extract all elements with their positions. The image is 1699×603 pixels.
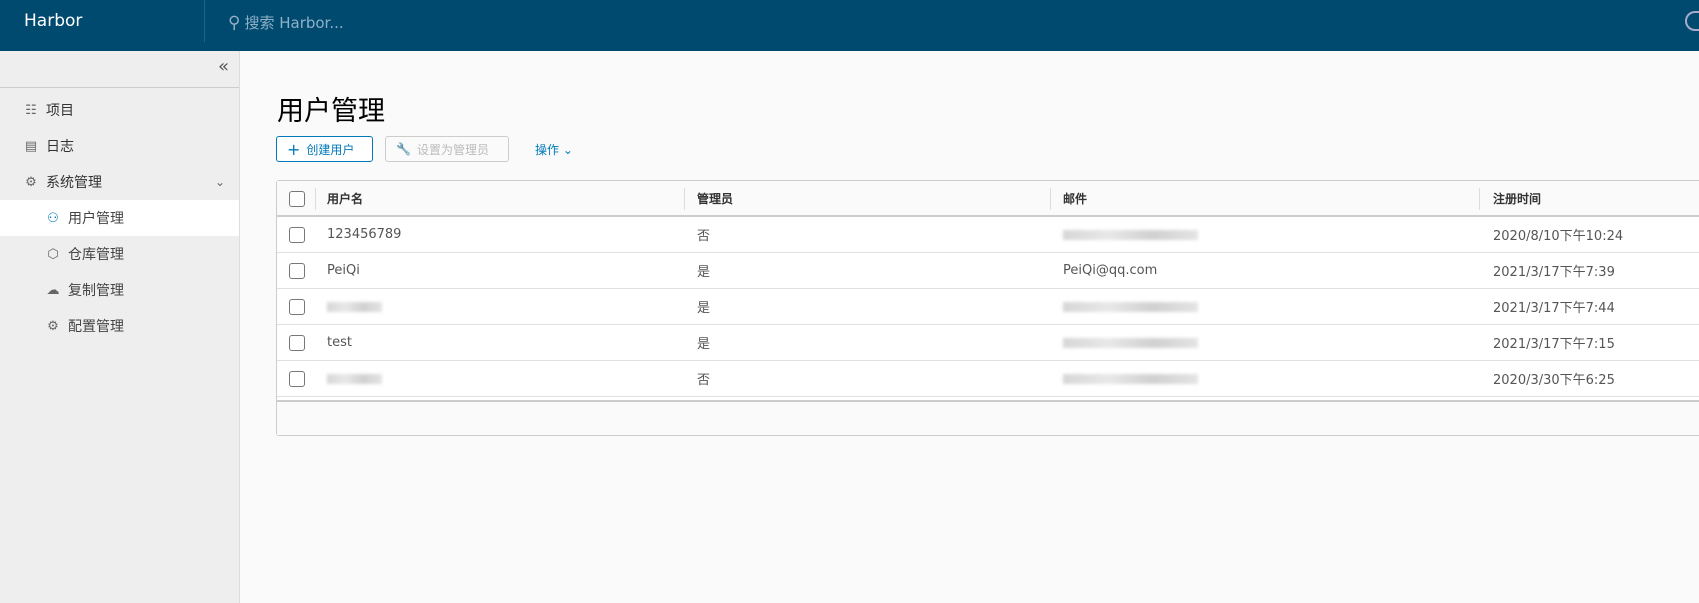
admin-cell: 是 bbox=[697, 265, 711, 280]
global-search[interactable]: ⚲ 搜索 Harbor... bbox=[228, 12, 344, 33]
sidebar-item-configuration[interactable]: ⚙ 配置管理 bbox=[0, 308, 239, 344]
projects-icon: ☷ bbox=[25, 102, 37, 118]
admin-cell: 是 bbox=[697, 337, 711, 352]
email-cell bbox=[1063, 217, 1198, 252]
username-cell bbox=[327, 289, 382, 324]
actions-dropdown[interactable]: 操作 ⌄ bbox=[535, 141, 573, 158]
admin-icon: ⚙ bbox=[25, 174, 37, 190]
double-chevron-left-icon: « bbox=[217, 56, 229, 77]
collapse-sidebar-button[interactable]: « bbox=[0, 51, 239, 88]
table-footer bbox=[277, 400, 1699, 435]
registered-cell: 2021/3/17下午7:39 bbox=[1493, 265, 1615, 280]
sidebar-item-label: 复制管理 bbox=[68, 283, 124, 299]
gear-icon: ⚙ bbox=[47, 318, 59, 334]
row-checkbox[interactable] bbox=[289, 227, 305, 243]
logs-icon: ▤ bbox=[24, 138, 38, 154]
column-divider bbox=[1050, 188, 1051, 210]
username-cell bbox=[327, 361, 382, 396]
table-row[interactable]: 否 2020/3/30下午6:25 bbox=[277, 361, 1699, 397]
email-cell bbox=[1063, 361, 1198, 396]
admin-cell: 否 bbox=[697, 373, 711, 388]
actions-label: 操作 bbox=[535, 143, 560, 157]
sidebar-item-label: 仓库管理 bbox=[68, 247, 124, 263]
admin-cell: 否 bbox=[697, 229, 711, 244]
search-input[interactable]: 搜索 Harbor... bbox=[244, 12, 343, 33]
sidebar-item-label: 用户管理 bbox=[68, 211, 124, 227]
sidebar-item-projects[interactable]: ☷ 项目 bbox=[0, 92, 239, 128]
table-header: 用户名 管理员 邮件 注册时间 bbox=[277, 181, 1699, 217]
chevron-down-icon: ⌄ bbox=[562, 143, 573, 157]
header-divider bbox=[204, 0, 205, 42]
registered-cell: 2020/8/10下午10:24 bbox=[1493, 229, 1624, 244]
sidebar-item-admin[interactable]: ⚙ 系统管理 ⌄ bbox=[0, 164, 239, 200]
column-divider bbox=[315, 188, 316, 210]
column-registered[interactable]: 注册时间 bbox=[1493, 181, 1541, 215]
redacted-text bbox=[327, 373, 382, 384]
sidebar-item-label: 日志 bbox=[46, 139, 74, 155]
table-row[interactable]: test 是 2021/3/17下午7:15 bbox=[277, 325, 1699, 361]
redacted-text bbox=[1063, 337, 1198, 348]
email-cell: PeiQi@qq.com bbox=[1063, 263, 1158, 278]
registered-cell: 2020/3/30下午6:25 bbox=[1493, 373, 1615, 388]
username-cell: 123456789 bbox=[327, 227, 402, 242]
select-all-checkbox[interactable] bbox=[289, 191, 305, 207]
registry-icon: ⬡ bbox=[47, 246, 59, 262]
table-row[interactable]: 是 2021/3/17下午7:44 bbox=[277, 289, 1699, 325]
search-icon: ⚲ bbox=[228, 12, 241, 33]
wrench-icon: 🔧 bbox=[396, 142, 411, 156]
chevron-down-icon: ⌄ bbox=[214, 175, 225, 189]
plus-icon: + bbox=[287, 139, 301, 159]
column-admin[interactable]: 管理员 bbox=[697, 181, 733, 215]
redacted-text bbox=[327, 301, 382, 312]
column-email[interactable]: 邮件 bbox=[1063, 181, 1087, 215]
sidebar-item-label: 系统管理 bbox=[46, 175, 102, 191]
sidebar-item-label: 项目 bbox=[46, 103, 74, 119]
main-content: 用户管理 + 创建用户 🔧 设置为管理员 操作 ⌄ 用户名 管理员 邮件 注册时间 … bbox=[240, 51, 1699, 603]
email-cell bbox=[1063, 289, 1198, 324]
row-checkbox[interactable] bbox=[289, 263, 305, 279]
users-table: 用户名 管理员 邮件 注册时间 123456789 否 2020/8/10下午10:… bbox=[276, 180, 1699, 436]
admin-cell: 是 bbox=[697, 301, 711, 316]
username-cell: test bbox=[327, 335, 352, 350]
column-username[interactable]: 用户名 bbox=[327, 181, 363, 215]
users-icon: ⚇ bbox=[47, 210, 59, 226]
sidebar-item-label: 配置管理 bbox=[68, 319, 124, 335]
row-checkbox[interactable] bbox=[289, 371, 305, 387]
redacted-text bbox=[1063, 301, 1198, 312]
button-label: 设置为管理员 bbox=[416, 142, 489, 157]
sidebar-item-logs[interactable]: ▤ 日志 bbox=[0, 128, 239, 164]
sidebar-item-registries[interactable]: ⬡ 仓库管理 bbox=[0, 236, 239, 272]
replication-icon: ☁ bbox=[46, 282, 60, 298]
sidebar-item-users[interactable]: ⚇ 用户管理 bbox=[0, 200, 239, 236]
sidebar: « ☷ 项目 ▤ 日志 ⚙ 系统管理 ⌄ ⚇ 用户管理 ⬡ 仓库管理 ☁ 复制管理 ⚙ 配置管理 bbox=[0, 51, 240, 603]
username-cell: PeiQi bbox=[327, 263, 360, 278]
create-user-button[interactable]: + 创建用户 bbox=[276, 136, 373, 162]
sidebar-item-replication[interactable]: ☁ 复制管理 bbox=[0, 272, 239, 308]
brand-logo[interactable]: Harbor bbox=[24, 11, 82, 31]
email-cell bbox=[1063, 325, 1198, 360]
top-header: Harbor ⚲ 搜索 Harbor... bbox=[0, 0, 1699, 51]
page-title: 用户管理 bbox=[277, 96, 385, 127]
column-divider bbox=[1479, 188, 1480, 210]
set-admin-button[interactable]: 🔧 设置为管理员 bbox=[385, 136, 509, 162]
row-checkbox[interactable] bbox=[289, 299, 305, 315]
table-row[interactable]: PeiQi 是 PeiQi@qq.com 2021/3/17下午7:39 bbox=[277, 253, 1699, 289]
table-row[interactable]: 123456789 否 2020/8/10下午10:24 bbox=[277, 217, 1699, 253]
registered-cell: 2021/3/17下午7:15 bbox=[1493, 337, 1615, 352]
redacted-text bbox=[1063, 373, 1198, 384]
column-divider bbox=[684, 188, 685, 210]
button-label: 创建用户 bbox=[306, 142, 355, 157]
row-checkbox[interactable] bbox=[289, 335, 305, 351]
registered-cell: 2021/3/17下午7:44 bbox=[1493, 301, 1615, 316]
redacted-text bbox=[1063, 229, 1198, 240]
language-globe-icon[interactable] bbox=[1685, 11, 1699, 31]
